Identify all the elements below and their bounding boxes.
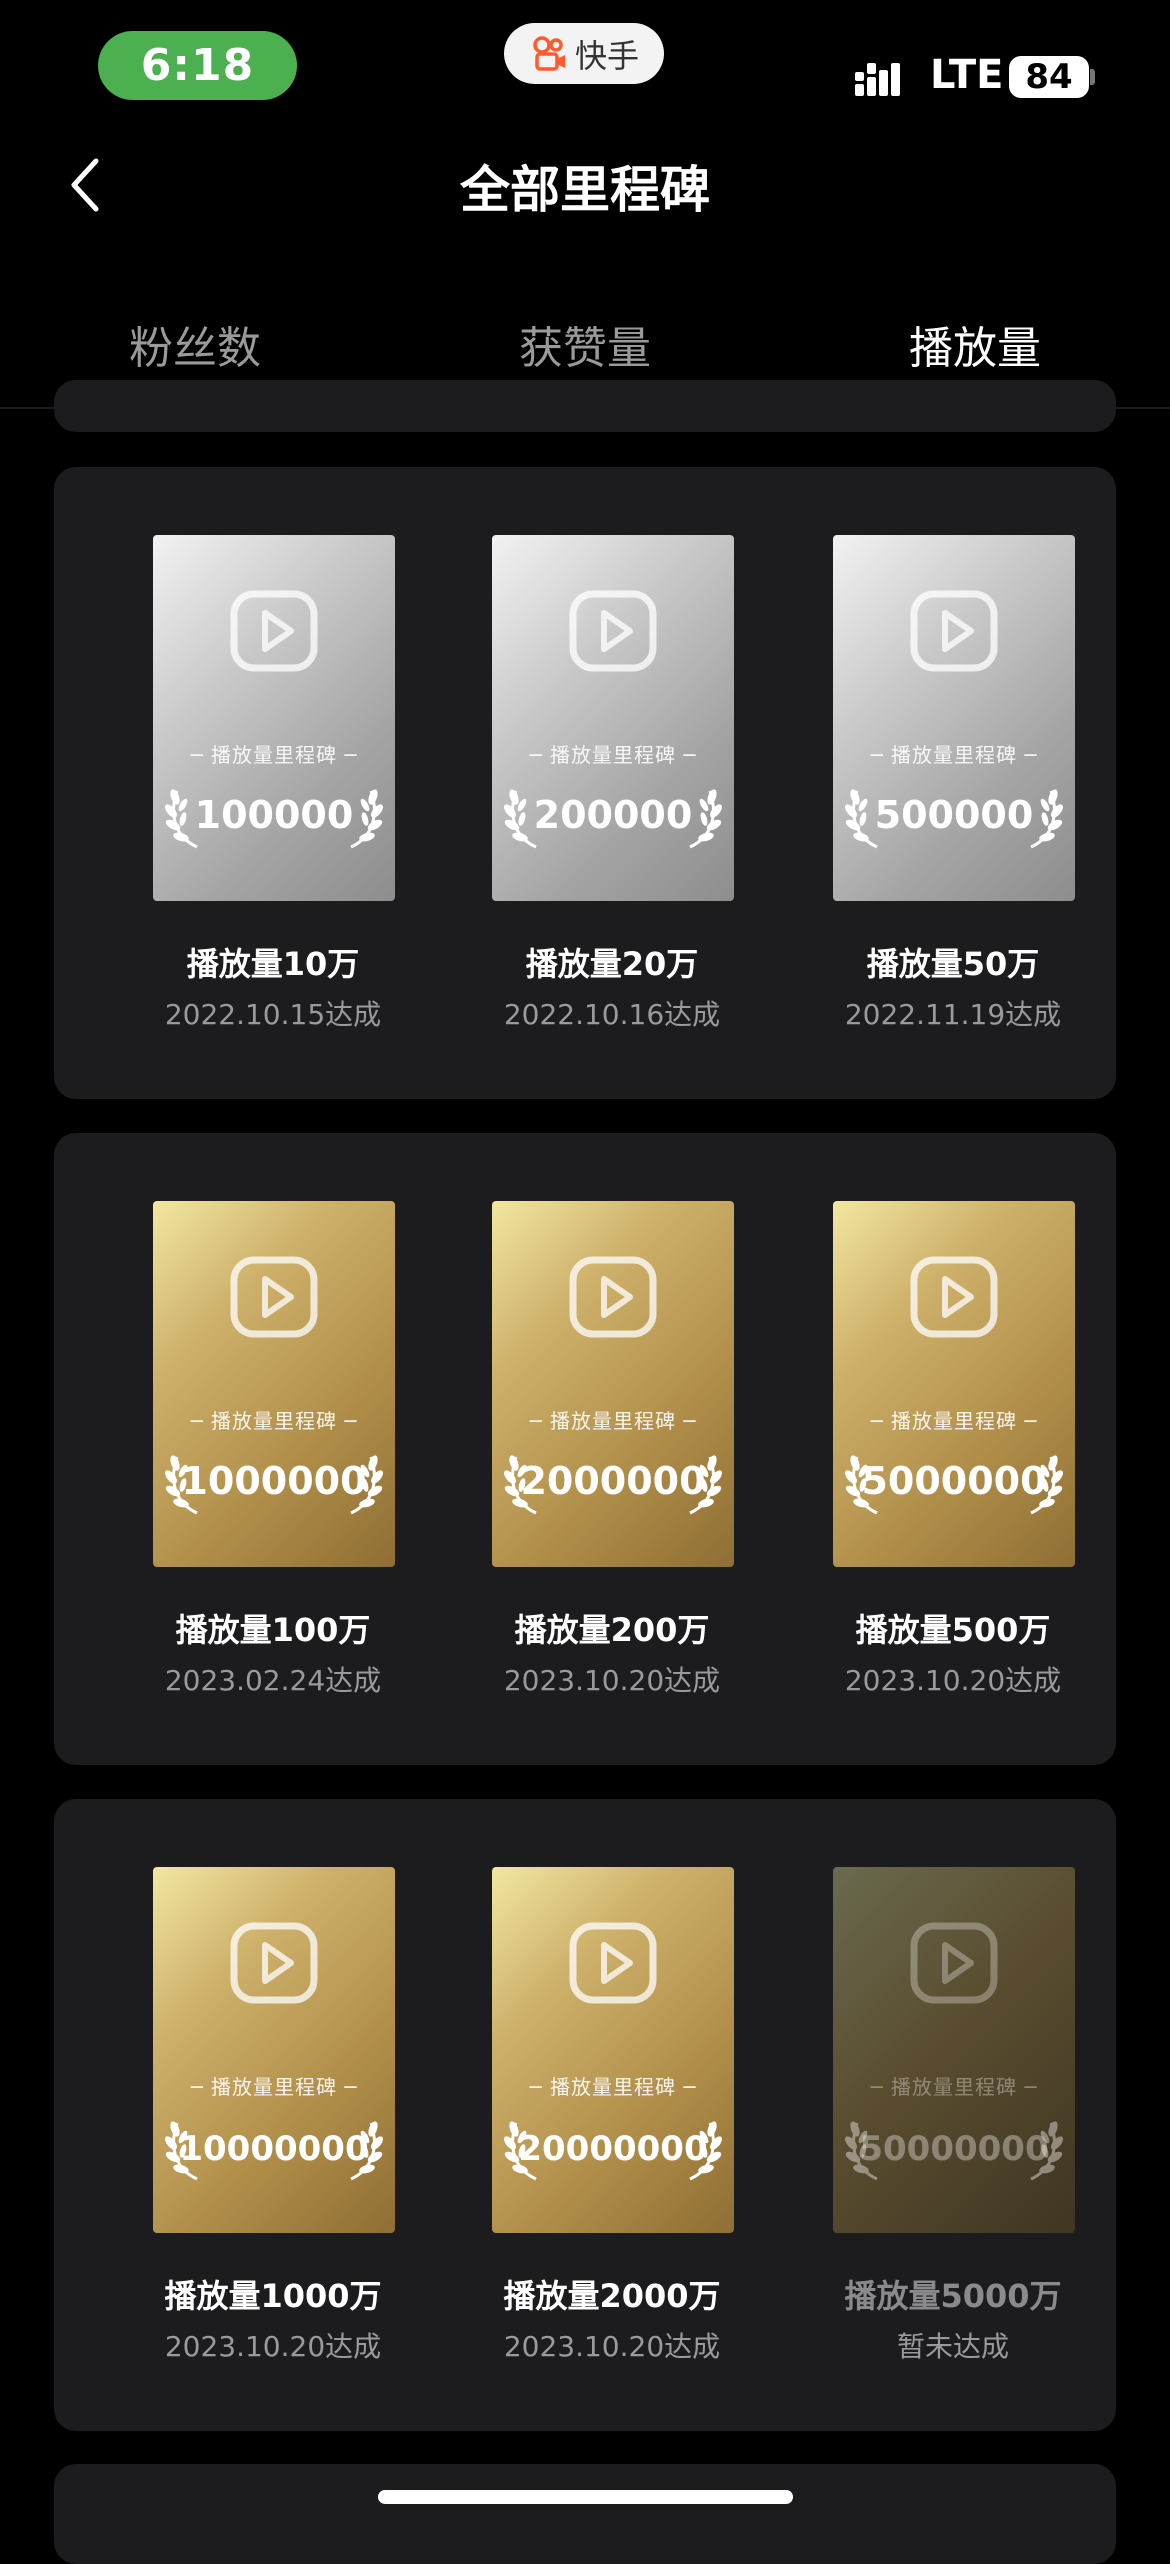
- milestone-name: 播放量2000万: [503, 2277, 721, 2315]
- status-bar: 6:18 快手 LTE 84: [0, 0, 1170, 130]
- milestone-name: 播放量100万: [175, 1611, 371, 1649]
- milestone-date: 暂未达成: [896, 2330, 1009, 2363]
- milestone-medal: ─ 播放量里程碑 ─ 20000000: [492, 1867, 734, 2233]
- medal-number: 200000: [533, 793, 693, 837]
- milestone-medal: ─ 播放量里程碑 ─ 200000: [492, 535, 734, 901]
- milestone-medal: ─ 播放量里程碑 ─ 10000000: [153, 1867, 395, 2233]
- milestone-medal: ─ 播放量里程碑 ─ 2000000: [492, 1201, 734, 1567]
- milestone-name: 播放量1000万: [164, 2277, 382, 2315]
- milestone-card: ─ 播放量里程碑 ─ 10000000 播放量1000万 2023.10.20达成 ─…: [54, 1799, 1116, 2431]
- play-button-icon: [910, 590, 998, 672]
- battery-level: 84: [1025, 57, 1073, 97]
- milestone-date: 2023.02.24达成: [164, 1664, 382, 1697]
- medal-number: 10000000: [179, 2129, 369, 2169]
- play-button-icon: [910, 1922, 998, 2004]
- network-type: LTE: [930, 52, 1004, 98]
- medal-caption: ─ 播放量里程碑 ─: [870, 1409, 1038, 1433]
- play-button-icon: [910, 1256, 998, 1338]
- medal-caption: ─ 播放量里程碑 ─: [529, 2075, 697, 2099]
- medal-number: 5000000: [861, 1459, 1047, 1503]
- milestone-medal: ─ 播放量里程碑 ─ 50000000: [833, 1867, 1075, 2233]
- milestone-date: 2022.10.15达成: [164, 998, 382, 1031]
- milestone-date: 2023.10.20达成: [503, 1664, 721, 1697]
- medal-number: 20000000: [518, 2129, 708, 2169]
- milestone-name: 播放量500万: [855, 1611, 1051, 1649]
- play-button-icon: [230, 1256, 318, 1338]
- medal-number: 2000000: [520, 1459, 706, 1503]
- medal-number: 500000: [874, 793, 1034, 837]
- milestone-card-next: [54, 2464, 1116, 2564]
- play-button-icon: [569, 1256, 657, 1338]
- status-time: 6:18: [98, 31, 297, 100]
- milestone-date: 2022.11.19达成: [844, 998, 1062, 1031]
- play-button-icon: [230, 590, 318, 672]
- milestone-card: ─ 播放量里程碑 ─ 100000 播放量10万 2022.10.15达成 ─ 播放量…: [54, 467, 1116, 1099]
- play-button-icon: [569, 1922, 657, 2004]
- milestone-medal: ─ 播放量里程碑 ─ 1000000: [153, 1201, 395, 1567]
- milestone-medal: ─ 播放量里程碑 ─ 5000000: [833, 1201, 1075, 1567]
- signal-icon: [855, 63, 900, 96]
- battery-cap: [1090, 69, 1095, 85]
- medal-caption: ─ 播放量里程碑 ─: [870, 743, 1038, 767]
- milestone-name: 播放量5000万: [844, 2277, 1062, 2315]
- play-button-icon: [569, 590, 657, 672]
- medal-caption: ─ 播放量里程碑 ─: [529, 1409, 697, 1433]
- milestone-name: 播放量20万: [525, 945, 699, 983]
- milestone-medal: ─ 播放量里程碑 ─ 100000: [153, 535, 395, 901]
- medal-caption: ─ 播放量里程碑 ─: [190, 743, 358, 767]
- milestone-date: 2022.10.16达成: [503, 998, 721, 1031]
- medal-caption: ─ 播放量里程碑 ─: [870, 2075, 1038, 2099]
- tab-fans[interactable]: 粉丝数: [0, 312, 390, 376]
- milestone-card-previous: [54, 380, 1116, 432]
- tab-plays[interactable]: 播放量: [780, 312, 1170, 376]
- milestone-medal: ─ 播放量里程碑 ─ 500000: [833, 535, 1075, 901]
- medal-caption: ─ 播放量里程碑 ─: [529, 743, 697, 767]
- medal-caption: ─ 播放量里程碑 ─: [190, 2075, 358, 2099]
- medal-number: 100000: [194, 793, 354, 837]
- tab-likes[interactable]: 获赞量: [390, 312, 780, 376]
- medal-number: 1000000: [181, 1459, 367, 1503]
- milestone-date: 2023.10.20达成: [503, 2330, 721, 2363]
- battery-icon: 84: [1009, 56, 1089, 98]
- home-indicator[interactable]: [378, 2490, 793, 2504]
- app-indicator-pill[interactable]: 快手: [504, 23, 664, 84]
- kuaishou-logo-icon: [533, 35, 565, 71]
- milestone-card: ─ 播放量里程碑 ─ 1000000 播放量100万 2023.02.24达成 ─ 播…: [54, 1133, 1116, 1765]
- milestone-name: 播放量50万: [866, 945, 1040, 983]
- medal-number: 50000000: [859, 2129, 1049, 2169]
- play-button-icon: [230, 1922, 318, 2004]
- milestone-name: 播放量10万: [186, 945, 360, 983]
- page-title: 全部里程碑: [460, 161, 710, 219]
- medal-caption: ─ 播放量里程碑 ─: [190, 1409, 358, 1433]
- app-name: 快手: [574, 36, 639, 75]
- milestone-name: 播放量200万: [514, 1611, 710, 1649]
- milestone-date: 2023.10.20达成: [844, 1664, 1062, 1697]
- milestone-date: 2023.10.20达成: [164, 2330, 382, 2363]
